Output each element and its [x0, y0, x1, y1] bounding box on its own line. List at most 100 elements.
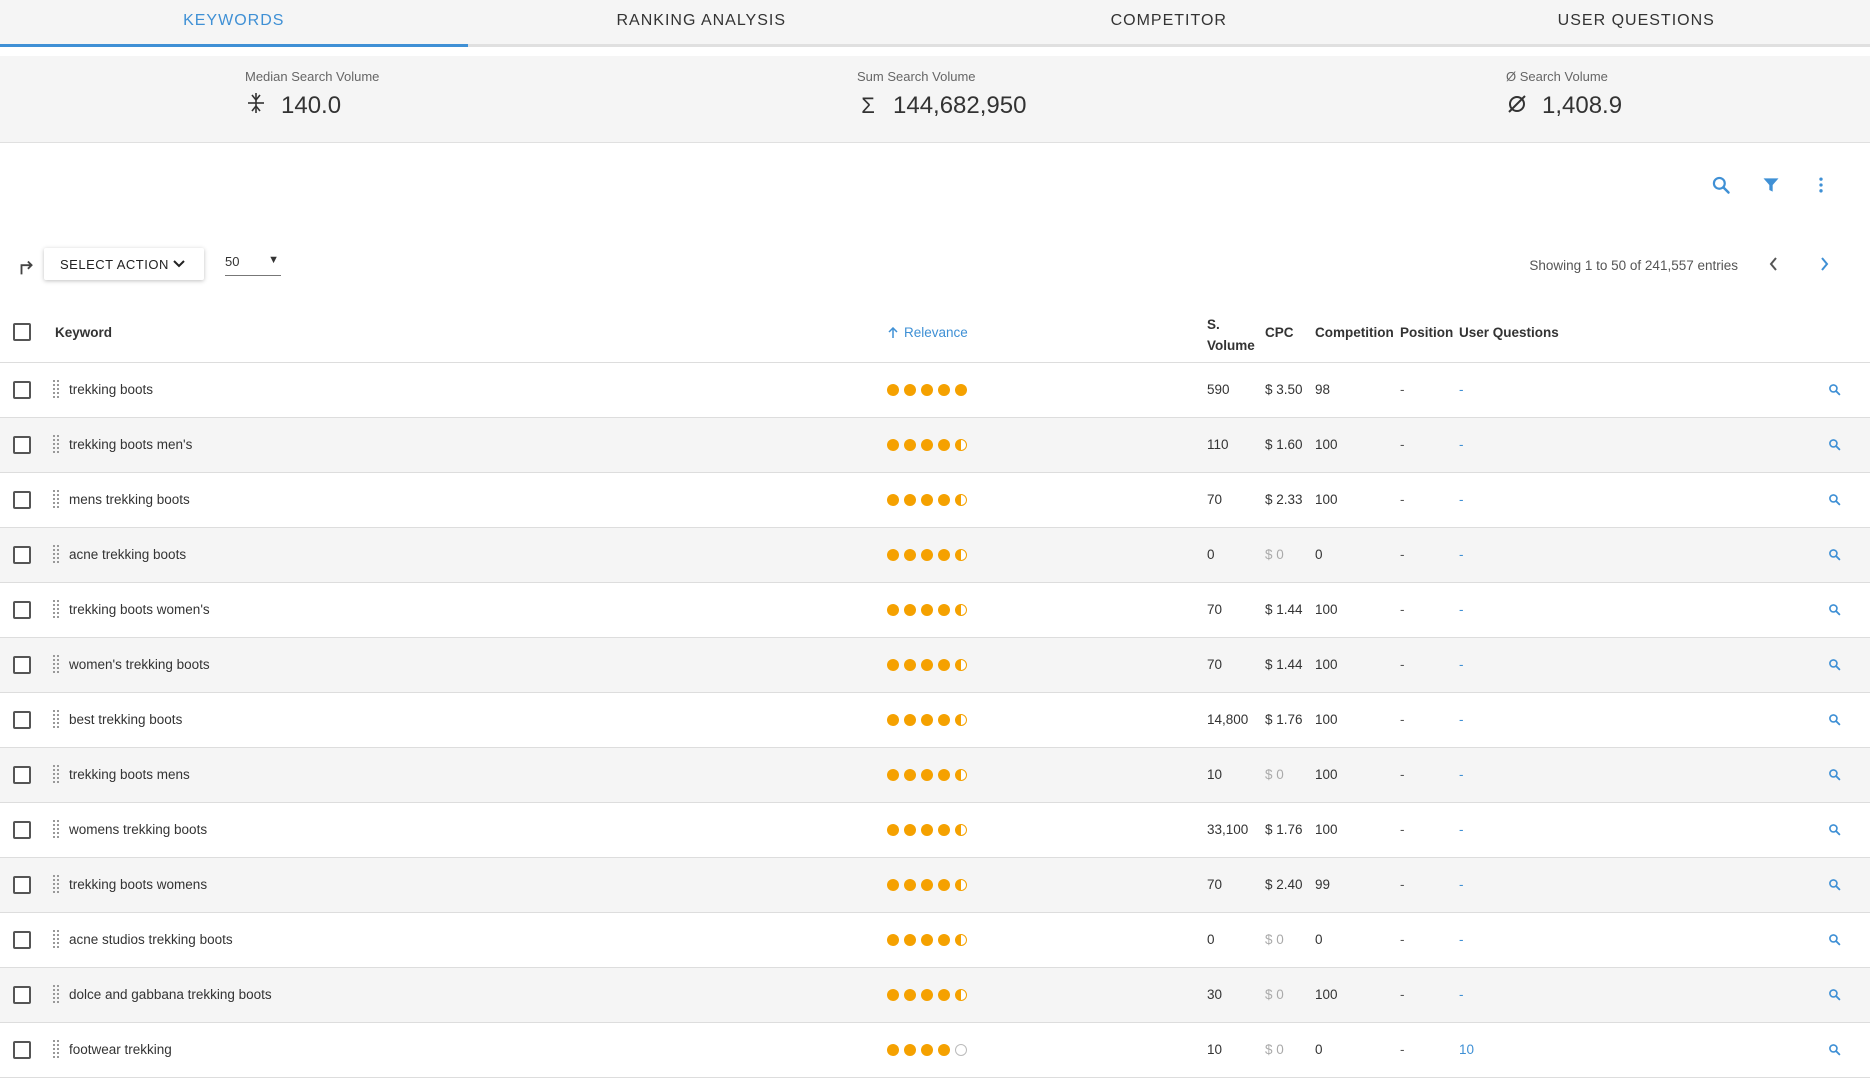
- sigma-icon: Σ: [861, 93, 875, 118]
- drag-handle-icon[interactable]: [53, 710, 59, 728]
- drag-handle-icon[interactable]: [53, 380, 59, 398]
- user-questions-value[interactable]: -: [1459, 712, 1464, 727]
- drag-handle-icon[interactable]: [53, 985, 59, 1003]
- keyword-text[interactable]: trekking boots mens: [69, 767, 190, 782]
- drag-handle-icon[interactable]: [53, 655, 59, 673]
- user-questions-value[interactable]: -: [1459, 767, 1464, 782]
- keyword-text[interactable]: trekking boots men's: [69, 437, 192, 452]
- competition-value: 0: [1315, 1042, 1323, 1057]
- cpc-value: $ 0: [1265, 547, 1284, 562]
- header-keyword[interactable]: Keyword: [55, 325, 112, 340]
- search-icon[interactable]: [1828, 988, 1841, 1004]
- header-position[interactable]: Position: [1400, 325, 1453, 340]
- user-questions-value[interactable]: -: [1459, 877, 1464, 892]
- user-questions-value[interactable]: -: [1459, 492, 1464, 507]
- search-volume-value: 33,100: [1207, 822, 1249, 837]
- user-questions-value[interactable]: -: [1459, 382, 1464, 397]
- user-questions-value[interactable]: -: [1459, 657, 1464, 672]
- search-icon[interactable]: [1828, 1043, 1841, 1059]
- search-icon[interactable]: [1828, 933, 1841, 949]
- row-checkbox[interactable]: [13, 931, 31, 949]
- row-checkbox[interactable]: [13, 1041, 31, 1059]
- position-value: -: [1400, 1042, 1405, 1057]
- row-checkbox[interactable]: [13, 821, 31, 839]
- rating-dot-full: [938, 439, 950, 451]
- drag-handle-icon[interactable]: [53, 875, 59, 893]
- keyword-text[interactable]: mens trekking boots: [69, 492, 190, 507]
- select-all-checkbox[interactable]: [13, 323, 31, 341]
- search-icon[interactable]: [1828, 823, 1841, 839]
- table-header: Keyword Relevance S. Volume CPC Competit…: [0, 302, 1870, 363]
- header-relevance[interactable]: Relevance: [887, 325, 968, 340]
- table-row: trekking boots women's 70 $ 1.44 100 - -: [0, 583, 1870, 638]
- table-row: trekking boots mens 10 $ 0 100 - -: [0, 748, 1870, 803]
- tab-keywords[interactable]: KEYWORDS: [0, 0, 468, 47]
- drag-handle-icon[interactable]: [53, 490, 59, 508]
- search-icon[interactable]: [1828, 438, 1841, 454]
- user-questions-value[interactable]: -: [1459, 822, 1464, 837]
- row-checkbox[interactable]: [13, 656, 31, 674]
- keyword-text[interactable]: acne trekking boots: [69, 547, 186, 562]
- keyword-text[interactable]: dolce and gabbana trekking boots: [69, 987, 272, 1002]
- row-checkbox[interactable]: [13, 546, 31, 564]
- drag-handle-icon[interactable]: [53, 545, 59, 563]
- chevron-right-icon[interactable]: [1814, 254, 1834, 279]
- search-icon[interactable]: [1828, 493, 1841, 509]
- row-checkbox[interactable]: [13, 491, 31, 509]
- drag-handle-icon[interactable]: [53, 1040, 59, 1058]
- tab-user-questions[interactable]: USER QUESTIONS: [1403, 0, 1870, 44]
- tab-ranking-analysis[interactable]: RANKING ANALYSIS: [468, 0, 936, 44]
- row-checkbox[interactable]: [13, 766, 31, 784]
- drag-handle-icon[interactable]: [53, 820, 59, 838]
- keyword-text[interactable]: trekking boots women's: [69, 602, 210, 617]
- header-search-volume[interactable]: S. Volume: [1207, 314, 1255, 356]
- row-checkbox[interactable]: [13, 711, 31, 729]
- user-questions-value[interactable]: -: [1459, 602, 1464, 617]
- position-value: -: [1400, 602, 1405, 617]
- keyword-text[interactable]: acne studios trekking boots: [69, 932, 233, 947]
- user-questions-value[interactable]: 10: [1459, 1042, 1474, 1057]
- chevron-left-icon[interactable]: [1764, 254, 1784, 279]
- search-icon[interactable]: [1828, 713, 1841, 729]
- tab-competitor[interactable]: COMPETITOR: [935, 0, 1403, 44]
- drag-handle-icon[interactable]: [53, 435, 59, 453]
- cpc-value: $ 1.60: [1265, 437, 1303, 452]
- row-checkbox[interactable]: [13, 876, 31, 894]
- row-checkbox[interactable]: [13, 436, 31, 454]
- keyword-text[interactable]: footwear trekking: [69, 1042, 172, 1057]
- drag-handle-icon[interactable]: [53, 600, 59, 618]
- keyword-text[interactable]: women's trekking boots: [69, 657, 210, 672]
- keyword-text[interactable]: trekking boots: [69, 382, 153, 397]
- search-icon[interactable]: [1710, 174, 1732, 196]
- row-checkbox[interactable]: [13, 381, 31, 399]
- select-action-button[interactable]: SELECT ACTION: [44, 248, 204, 280]
- row-checkbox[interactable]: [13, 986, 31, 1004]
- user-questions-value[interactable]: -: [1459, 437, 1464, 452]
- keyword-text[interactable]: trekking boots womens: [69, 877, 207, 892]
- drag-handle-icon[interactable]: [53, 765, 59, 783]
- user-questions-value[interactable]: -: [1459, 932, 1464, 947]
- keyword-text[interactable]: best trekking boots: [69, 712, 182, 727]
- header-user-questions[interactable]: User Questions: [1459, 325, 1559, 340]
- rating-dot-full: [938, 769, 950, 781]
- drag-handle-icon[interactable]: [53, 930, 59, 948]
- stat-sum-label: Sum Search Volume: [857, 69, 976, 84]
- header-competition[interactable]: Competition: [1315, 325, 1394, 340]
- relevance-rating: [887, 879, 967, 891]
- page-size-select[interactable]: 50 ▼: [225, 254, 281, 276]
- user-questions-value[interactable]: -: [1459, 987, 1464, 1002]
- keyword-text[interactable]: womens trekking boots: [69, 822, 207, 837]
- row-checkbox[interactable]: [13, 601, 31, 619]
- header-cpc[interactable]: CPC: [1265, 325, 1294, 340]
- search-icon[interactable]: [1828, 603, 1841, 619]
- search-icon[interactable]: [1828, 548, 1841, 564]
- rating-dot-full: [887, 549, 899, 561]
- search-icon[interactable]: [1828, 383, 1841, 399]
- user-questions-value[interactable]: -: [1459, 547, 1464, 562]
- filter-icon[interactable]: [1760, 174, 1782, 196]
- search-volume-value: 0: [1207, 932, 1215, 947]
- search-icon[interactable]: [1828, 878, 1841, 894]
- search-icon[interactable]: [1828, 658, 1841, 674]
- more-vert-icon[interactable]: [1810, 174, 1832, 196]
- search-icon[interactable]: [1828, 768, 1841, 784]
